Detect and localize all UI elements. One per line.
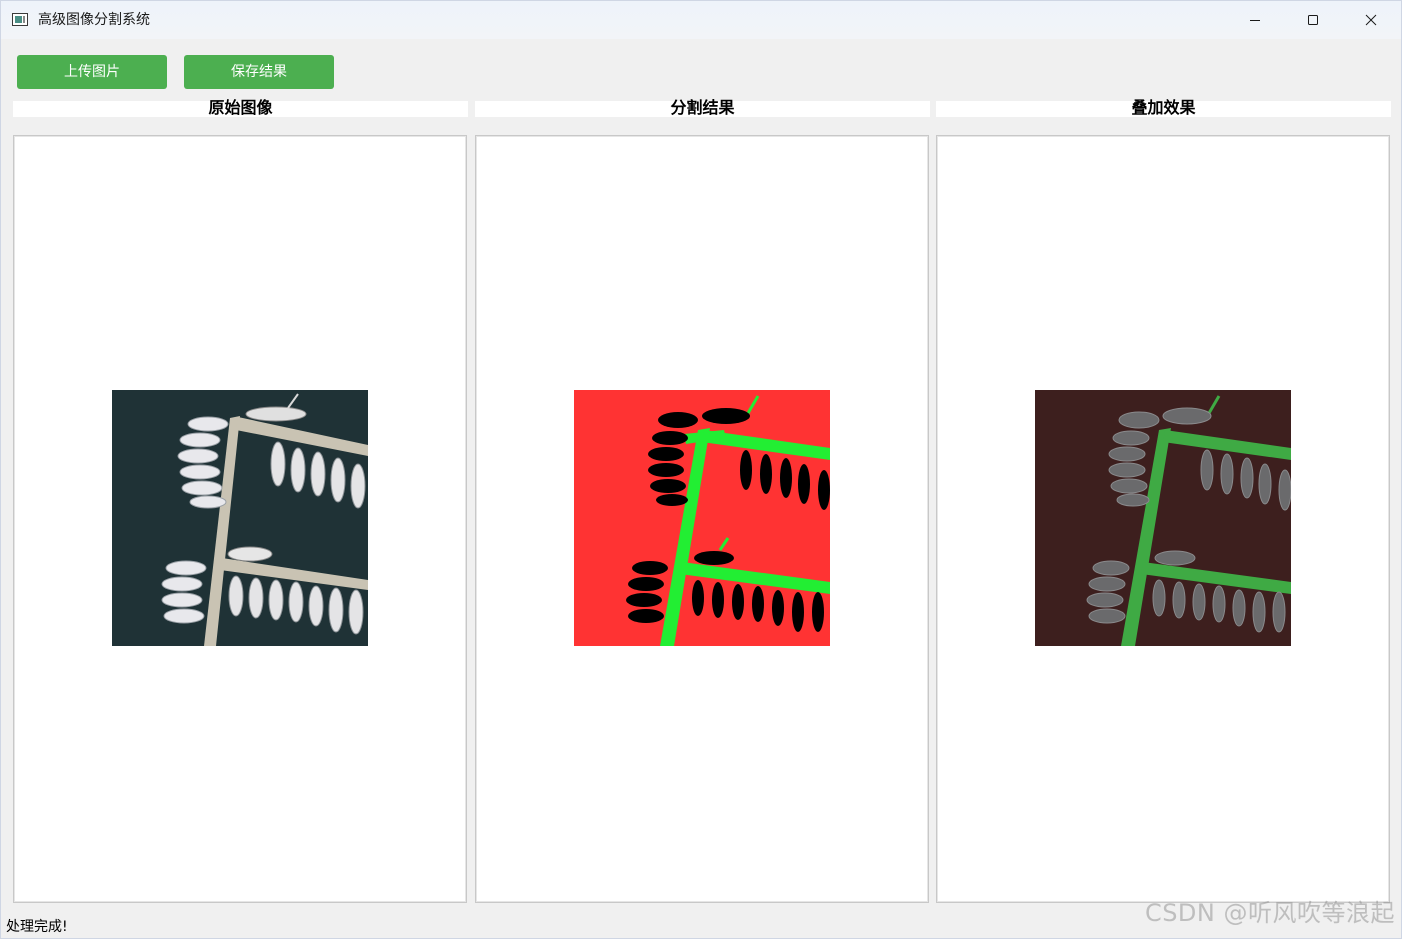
save-result-button[interactable]: 保存结果: [184, 55, 334, 89]
maximize-button[interactable]: [1285, 1, 1341, 39]
overlay-image: [1035, 390, 1291, 646]
watermark-text: CSDN @听风吹等浪起: [1144, 899, 1395, 927]
app-icon: [12, 13, 28, 26]
maximize-icon: [1308, 15, 1318, 25]
segmentation-mask-image: [574, 390, 830, 646]
original-image: [112, 390, 368, 646]
marina-aerial-image: [112, 390, 368, 646]
minimize-icon: [1250, 20, 1260, 21]
title-bar[interactable]: 高级图像分割系统: [1, 1, 1401, 39]
close-icon: [1365, 14, 1377, 26]
overlay-effect-title: 叠加效果: [1131, 98, 1196, 117]
overlay-effect-header: 叠加效果: [936, 98, 1391, 117]
original-image-title: 原始图像: [208, 98, 273, 117]
upload-image-button[interactable]: 上传图片: [17, 55, 167, 89]
segmentation-result-title: 分割结果: [670, 98, 735, 117]
segmentation-image: [574, 390, 830, 646]
segmentation-result-panel: [475, 135, 929, 903]
overlay-blend-image: [1035, 390, 1291, 646]
original-image-panel: [13, 135, 467, 903]
minimize-button[interactable]: [1227, 1, 1283, 39]
close-button[interactable]: [1343, 1, 1399, 39]
overlay-effect-panel: [936, 135, 1390, 903]
segmentation-result-header: 分割结果: [475, 98, 930, 117]
status-message: 处理完成!: [6, 919, 68, 935]
original-image-header: 原始图像: [13, 98, 468, 117]
window-title: 高级图像分割系统: [38, 12, 150, 28]
app-window: 高级图像分割系统 上传图片 保存结果 原始图像 分割结果 叠加效果 处理完成! …: [0, 0, 1402, 939]
